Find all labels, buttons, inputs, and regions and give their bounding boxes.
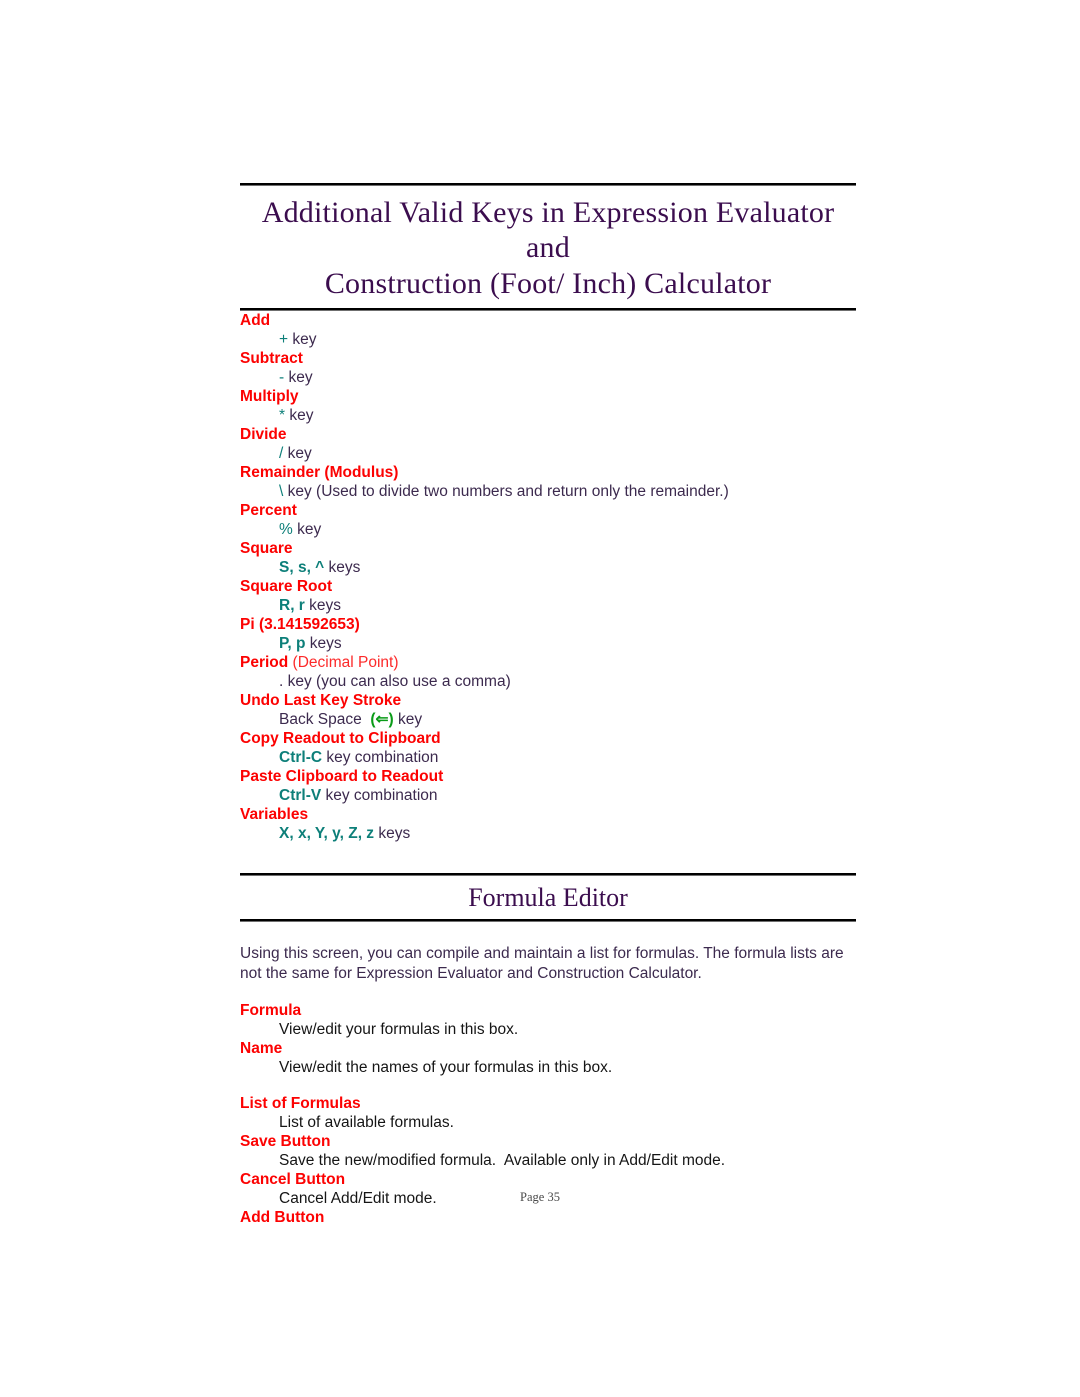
- key-term: Pi (3.141592653): [240, 615, 856, 634]
- key-term-label: Remainder (Modulus): [240, 464, 399, 482]
- formula-editor-intro: Using this screen, you can compile and m…: [240, 945, 844, 982]
- key-term: Divide: [240, 425, 856, 444]
- page-title-line-2: Construction (Foot/ Inch) Calculator: [324, 266, 772, 300]
- formula-term: Name: [240, 1040, 283, 1058]
- page-title-line-1: Additional Valid Keys in Expression Eval…: [261, 196, 835, 265]
- key-glyph: X, x, Y, y, Z, z: [279, 825, 375, 843]
- key-term: Multiply: [240, 387, 856, 406]
- key-description: - key: [240, 368, 856, 387]
- formula-term: Save Button: [240, 1133, 331, 1151]
- key-term: Copy Readout to Clipboard: [240, 729, 856, 748]
- key-term-label: Divide: [240, 426, 287, 444]
- key-description-text: keys: [374, 825, 411, 843]
- valid-keys-list: Add + key Subtract - key Multiply * key Divide…: [240, 311, 856, 843]
- list-gap: [240, 1077, 856, 1094]
- key-term-label: Square Root: [240, 578, 333, 596]
- key-description-text: key: [284, 369, 313, 387]
- key-description: P, p keys: [240, 634, 856, 653]
- key-description: Back Space (⇐) key: [240, 710, 856, 729]
- key-term-label: Copy Readout to Clipboard: [240, 730, 441, 748]
- key-description: Ctrl-V key combination: [240, 786, 856, 805]
- key-term: Percent: [240, 501, 856, 520]
- key-term: Variables: [240, 805, 856, 824]
- key-description-prefix: Back Space: [279, 711, 371, 729]
- formula-description: Save the new/modified formula. Available…: [279, 1152, 726, 1170]
- key-description: * key: [240, 406, 856, 425]
- formula-term: Cancel Button: [240, 1171, 346, 1189]
- document-page: Additional Valid Keys in Expression Eval…: [0, 0, 1080, 1397]
- key-description: \ key (Used to divide two numbers and re…: [240, 482, 856, 501]
- key-term-label: Variables: [240, 806, 309, 824]
- page-content: Additional Valid Keys in Expression Eval…: [240, 183, 856, 1227]
- key-description-text: keys: [305, 635, 342, 653]
- key-description-text: key (Used to divide two numbers and retu…: [283, 483, 729, 501]
- key-description-text: key: [393, 711, 423, 729]
- key-description-text: keys: [304, 597, 342, 615]
- key-term: Square: [240, 539, 856, 558]
- key-term: Period (Decimal Point): [240, 653, 856, 672]
- key-description-text: key: [288, 331, 317, 349]
- key-description: Ctrl-C key combination: [240, 748, 856, 767]
- formula-description: View/edit the names of your formulas in …: [279, 1059, 613, 1077]
- key-term-label: Paste Clipboard to Readout: [240, 768, 444, 786]
- key-term: Square Root: [240, 577, 856, 596]
- page-footer: Page 35: [520, 1190, 560, 1204]
- key-glyph: Ctrl-C: [279, 749, 323, 767]
- key-description: / key: [240, 444, 856, 463]
- key-glyph: Ctrl-V: [279, 787, 322, 805]
- key-description: % key: [240, 520, 856, 539]
- key-term-label: Square: [240, 540, 293, 558]
- key-term: Subtract: [240, 349, 856, 368]
- key-term-label: Multiply: [240, 388, 299, 406]
- key-glyph: %: [279, 521, 293, 539]
- formula-description: View/edit your formulas in this box.: [279, 1021, 519, 1039]
- key-description: + key: [240, 330, 856, 349]
- key-description-text: key combination: [321, 787, 438, 805]
- key-description-text: key: [292, 521, 322, 539]
- key-description-text: key (you can also use a comma): [283, 673, 511, 691]
- key-glyph: R, r: [279, 597, 305, 615]
- key-description: X, x, Y, y, Z, z keys: [240, 824, 856, 843]
- key-term-label: Add: [240, 312, 271, 330]
- key-description-text: key combination: [322, 749, 439, 767]
- formula-editor-heading: Formula Editor: [468, 883, 628, 913]
- key-glyph: +: [279, 331, 289, 349]
- formula-term: List of Formulas: [240, 1095, 361, 1113]
- key-term-label: Subtract: [240, 350, 303, 368]
- key-term-label: Period: [240, 654, 289, 672]
- formula-term: Add Button: [240, 1209, 325, 1227]
- key-term: Undo Last Key Stroke: [240, 691, 856, 710]
- key-term-subtitle: (Decimal Point): [288, 654, 399, 672]
- key-term-label: Pi (3.141592653): [240, 616, 360, 634]
- key-description: R, r keys: [240, 596, 856, 615]
- key-description-text: key: [285, 407, 314, 425]
- formula-description: List of available formulas.: [279, 1114, 454, 1132]
- key-description-text: keys: [324, 559, 361, 577]
- key-glyph: P, p: [279, 635, 306, 653]
- key-term: Paste Clipboard to Readout: [240, 767, 856, 786]
- key-term-label: Percent: [240, 502, 297, 520]
- key-term-label: Undo Last Key Stroke: [240, 692, 402, 710]
- page-title: Additional Valid Keys in Expression Eval…: [240, 186, 856, 308]
- key-description-text: key: [283, 445, 312, 463]
- formula-term: Formula: [240, 1002, 302, 1020]
- key-glyph: S, s, ^: [279, 559, 325, 577]
- key-description: S, s, ^ keys: [240, 558, 856, 577]
- key-glyph: (⇐): [370, 711, 394, 729]
- key-term: Remainder (Modulus): [240, 463, 856, 482]
- key-term: Add: [240, 311, 856, 330]
- key-description: . key (you can also use a comma): [240, 672, 856, 691]
